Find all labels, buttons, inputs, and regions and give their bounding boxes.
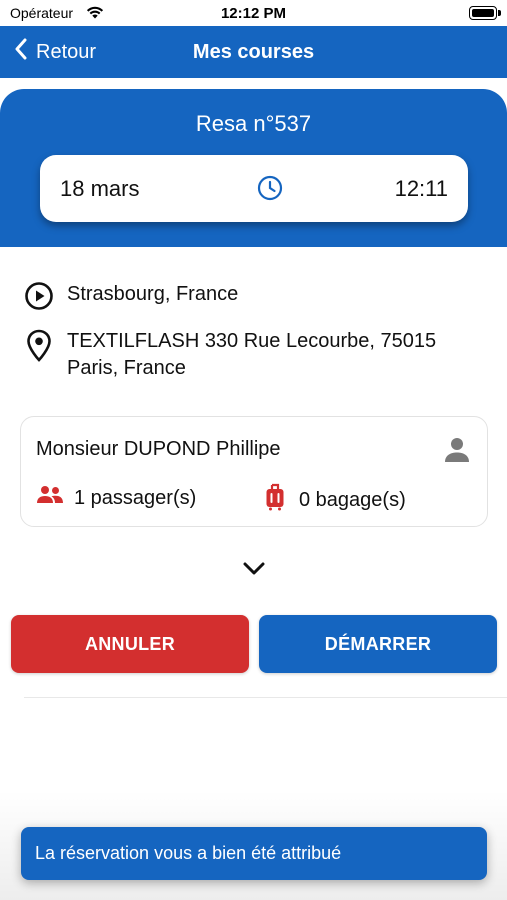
booking-date: 18 mars [60, 176, 140, 201]
dropoff-address: TEXTILFLASH 330 Rue Lecourbe, 75015 Pari… [67, 330, 437, 379]
chevron-left-icon [14, 38, 36, 66]
booking-title: Resa n°537 [195, 111, 312, 136]
back-button[interactable]: Retour [14, 26, 96, 78]
dropoff-address-row: TEXTILFLASH 330 Rue Lecourbe, 75015 Pari… [24, 328, 477, 382]
luggage-icon [265, 483, 299, 517]
booking-header: Resa n°537 18 mars 12:11 [0, 89, 507, 247]
pickup-address-row: Strasbourg, France [24, 281, 477, 316]
toast-message[interactable]: La réservation vous a bien été attribué [21, 827, 487, 880]
group-icon [36, 485, 74, 511]
luggage-count-label: 0 bagage(s) [299, 488, 406, 511]
datetime-box: 18 mars 12:11 [40, 155, 468, 222]
booking-time: 12:11 [394, 176, 448, 201]
passenger-count: 1 passager(s) [36, 485, 196, 511]
status-bar: Opérateur 12:12 PM [0, 0, 507, 26]
play-circle-icon [24, 281, 54, 316]
clock-icon [257, 175, 283, 206]
divider [24, 697, 507, 698]
battery-icon [469, 6, 501, 20]
passenger-name: Monsieur DUPOND Phillipe [36, 438, 281, 460]
status-time: 12:12 PM [220, 5, 287, 22]
person-icon [443, 435, 471, 468]
location-pin-icon [24, 328, 54, 369]
start-button[interactable]: DÉMARRER [259, 615, 497, 673]
passenger-count-label: 1 passager(s) [74, 486, 197, 509]
navigation-bar: Retour Mes courses [0, 26, 507, 78]
luggage-count: 0 bagage(s) [265, 483, 406, 517]
passenger-card: Monsieur DUPOND Phillipe 1 passager(s) 0… [20, 416, 488, 527]
back-label: Retour [36, 40, 97, 63]
chevron-down-icon[interactable] [241, 558, 267, 585]
cancel-button[interactable]: ANNULER [11, 615, 249, 673]
pickup-address: Strasbourg, France [67, 283, 239, 305]
